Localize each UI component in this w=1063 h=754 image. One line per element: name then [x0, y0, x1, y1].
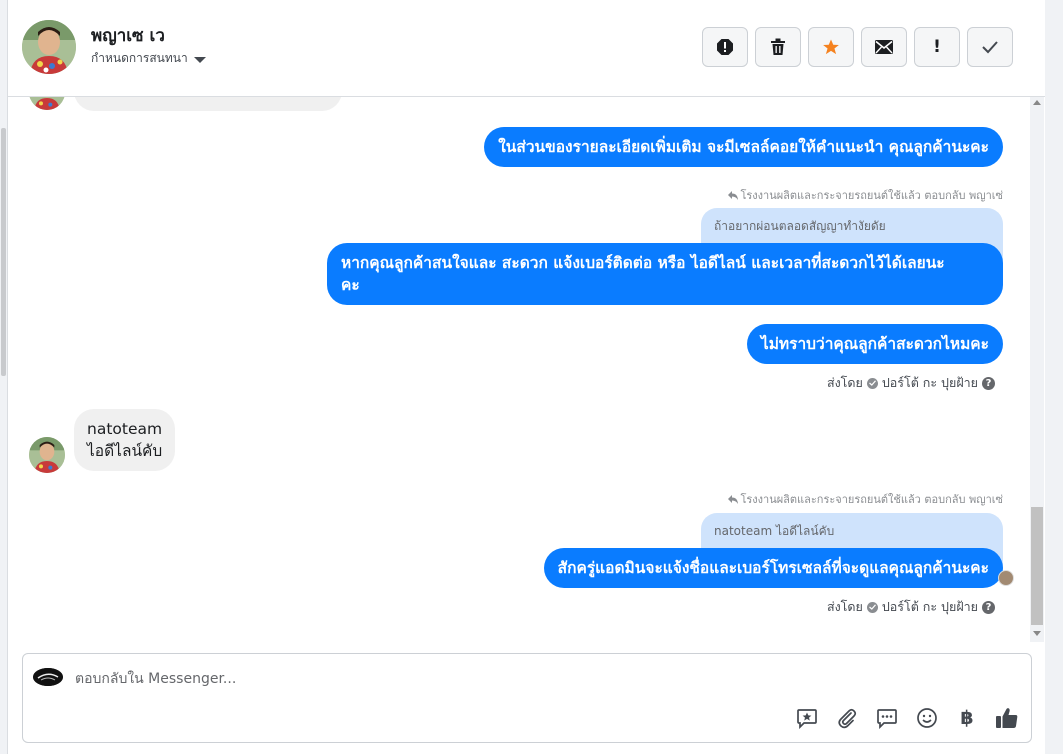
message-bubble-incoming[interactable]: natoteam ไอดีไลน์คับ	[74, 409, 176, 471]
left-scrollbar[interactable]	[0, 0, 8, 754]
message-bubble-outgoing[interactable]: หากคุณลูกค้าสนใจและ สะดวก แจ้งเบอร์ติดต่…	[327, 243, 1003, 305]
message-text: สักครู่แอดมินจะแจ้งชื่อและเบอร์โทรเซลล์ท…	[557, 559, 989, 577]
contact-avatar-small[interactable]	[29, 437, 65, 473]
replied-to-note: โรงงานผลิตและกระจายรถยนต์ใช้แล้ว ตอบกลับ…	[728, 490, 1003, 508]
replied-to-text: โรงงานผลิตและกระจายรถยนต์ใช้แล้ว ตอบกลับ…	[740, 493, 1003, 506]
saved-replies-button[interactable]	[795, 706, 819, 730]
reply-composer: ฿	[22, 653, 1032, 743]
like-button[interactable]	[995, 706, 1019, 730]
mark-done-button[interactable]	[967, 27, 1013, 67]
sent-by-info: ส่งโดย ปอร์โต้ กะ ปุยฝ้าย ?	[827, 597, 995, 617]
chat-icon	[877, 709, 897, 729]
like-icon	[996, 708, 1018, 728]
help-icon[interactable]: ?	[982, 376, 995, 390]
attach-file-button[interactable]	[835, 706, 859, 730]
scroll-up-arrow[interactable]	[1033, 100, 1041, 105]
emoji-icon	[917, 708, 937, 728]
assign-label: กำหนดการสนทนา	[91, 51, 188, 65]
spam-icon	[717, 39, 733, 55]
message-text: ในส่วนของรายละเอียดเพิ่มเติม จะมีเซลล์คอ…	[498, 138, 989, 156]
chevron-down-icon	[193, 56, 206, 63]
message-bubble-outgoing[interactable]: ในส่วนของรายละเอียดเพิ่มเติม จะมีเซลล์คอ…	[484, 127, 1003, 167]
message-text-line1: natoteam	[87, 420, 163, 438]
message-text-line1: หากคุณลูกค้าสนใจและ สะดวก แจ้งเบอร์ติดต่…	[341, 254, 945, 272]
exclamation-icon: !	[933, 37, 941, 57]
verified-icon	[866, 601, 878, 613]
seen-avatar	[998, 570, 1014, 586]
quick-message-button[interactable]	[875, 706, 899, 730]
verified-icon	[866, 377, 878, 389]
thread-scrollbar[interactable]	[1030, 97, 1044, 642]
reply-arrow-icon	[728, 190, 739, 200]
message-bubble-outgoing[interactable]: สักครู่แอดมินจะแจ้งชื่อและเบอร์โทรเซลล์ท…	[543, 548, 1003, 588]
thread-scroll-thumb[interactable]	[1031, 507, 1043, 625]
sent-by-label: ส่งโดย	[826, 599, 863, 614]
payment-button[interactable]: ฿	[955, 706, 979, 730]
page-scrollbar[interactable]	[1045, 0, 1063, 754]
page-logo	[33, 668, 63, 686]
mark-spam-button[interactable]	[702, 27, 748, 67]
mail-icon	[875, 40, 893, 54]
star-icon	[823, 39, 839, 55]
quoted-text: natoteam ไอดีไลน์คับ	[714, 524, 835, 538]
sent-by-label: ส่งโดย	[826, 375, 863, 390]
emoji-button[interactable]	[915, 706, 939, 730]
conversation-header: พญาเซ เว กำหนดการสนทนา !	[8, 0, 1045, 97]
replied-to-note: โรงงานผลิตและกระจายรถยนต์ใช้แล้ว ตอบกลับ…	[728, 186, 1003, 204]
message-bubble-incoming-partial[interactable]	[74, 97, 342, 111]
header-actions: !	[702, 27, 1013, 67]
contact-avatar[interactable]	[22, 20, 76, 74]
message-thread[interactable]: ในส่วนของรายละเอียดเพิ่มเติม จะมีเซลล์คอ…	[8, 97, 1030, 642]
check-icon	[982, 41, 998, 54]
scroll-down-arrow[interactable]	[1033, 631, 1041, 636]
contact-avatar-small	[29, 97, 65, 110]
quoted-text: ถ้าอยากผ่อนตลอดสัญญาทำงัยดัย	[714, 219, 886, 233]
delete-button[interactable]	[755, 27, 801, 67]
avatar-image	[29, 97, 65, 110]
trash-icon	[771, 38, 785, 55]
sender-name[interactable]: ปอร์โต้ กะ ปุยฝ้าย	[882, 373, 978, 393]
reply-arrow-icon	[728, 494, 739, 504]
baht-icon: ฿	[960, 707, 974, 729]
saved-reply-icon	[797, 709, 817, 729]
message-text-line2: คะ	[341, 276, 360, 294]
composer-tools: ฿	[795, 706, 1019, 730]
avatar-image	[29, 437, 65, 473]
star-button[interactable]	[808, 27, 854, 67]
avatar-image	[22, 20, 76, 74]
message-text: ไม่ทราบว่าคุณลูกค้าสะดวกไหมคะ	[760, 335, 989, 353]
sender-name[interactable]: ปอร์โต้ กะ ปุยฝ้าย	[882, 597, 978, 617]
message-bubble-outgoing[interactable]: ไม่ทราบว่าคุณลูกค้าสะดวกไหมคะ	[746, 324, 1003, 364]
left-scroll-thumb[interactable]	[1, 128, 6, 376]
help-icon[interactable]: ?	[982, 600, 995, 614]
attachment-icon	[838, 708, 857, 729]
message-text-line2: ไอดีไลน์คับ	[87, 442, 163, 460]
assign-conversation-dropdown[interactable]: กำหนดการสนทนา	[91, 49, 206, 68]
mark-unread-button[interactable]	[861, 27, 907, 67]
follow-up-button[interactable]: !	[914, 27, 960, 67]
conversation-window: พญาเซ เว กำหนดการสนทนา ! ในส่วนของรายละเ…	[0, 0, 1063, 754]
sent-by-info: ส่งโดย ปอร์โต้ กะ ปุยฝ้าย ?	[827, 373, 995, 393]
page-logo-image	[33, 668, 63, 686]
reply-input[interactable]	[75, 668, 975, 690]
contact-name[interactable]: พญาเซ เว	[91, 22, 165, 49]
replied-to-text: โรงงานผลิตและกระจายรถยนต์ใช้แล้ว ตอบกลับ…	[740, 189, 1003, 202]
